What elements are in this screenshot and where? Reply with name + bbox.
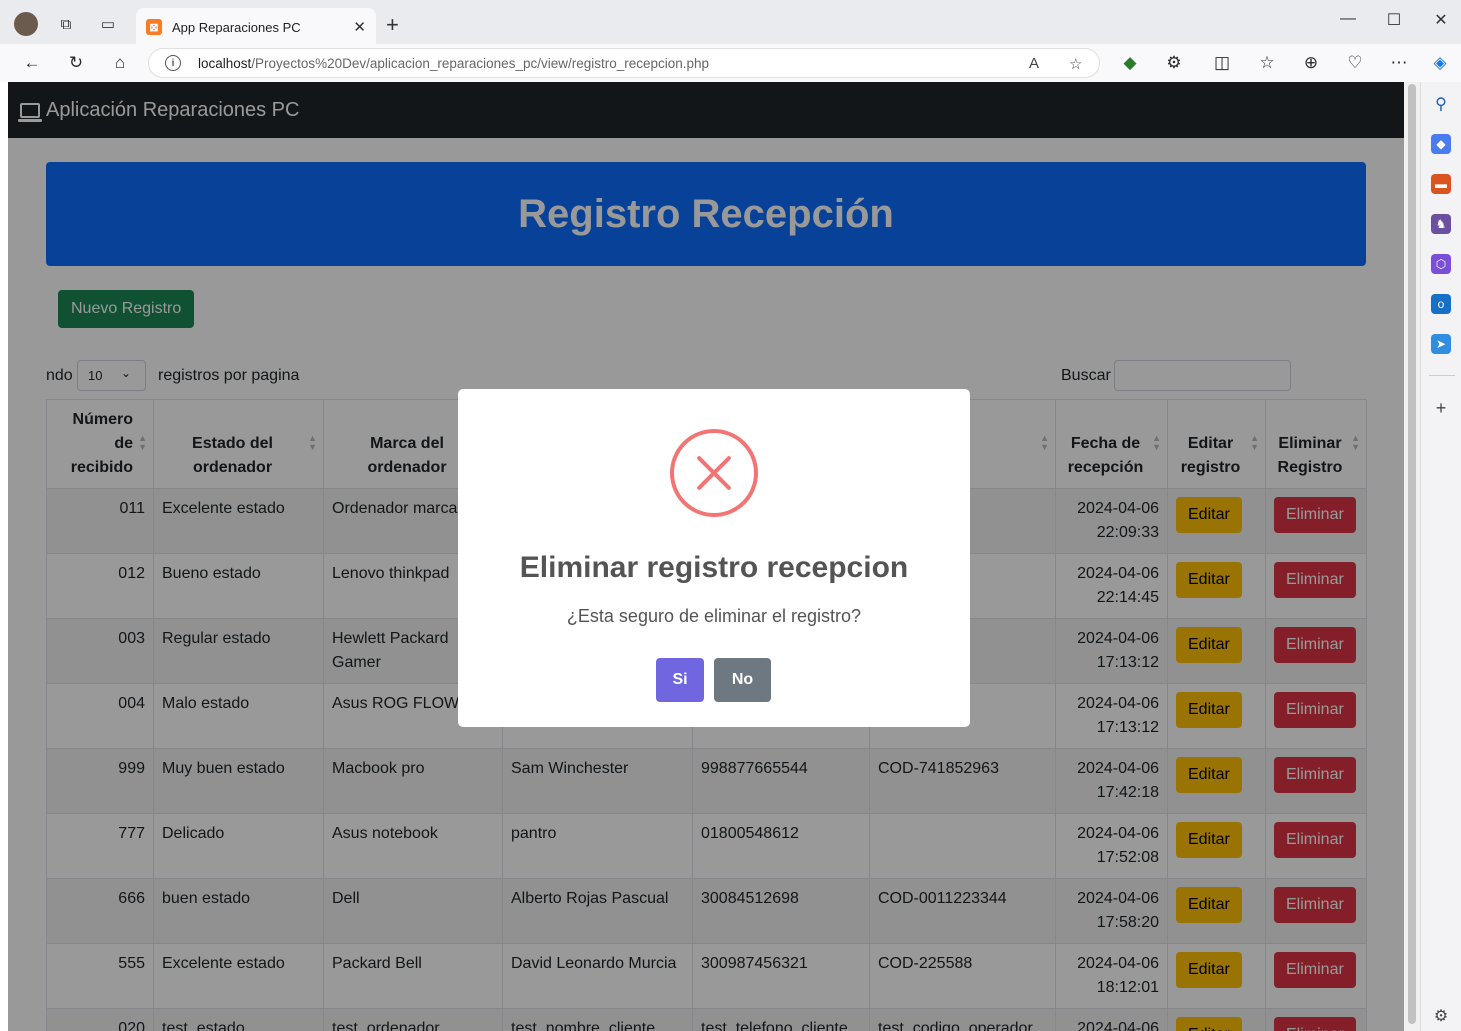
read-aloud-icon[interactable]: A bbox=[1029, 55, 1039, 72]
tools-icon[interactable]: ▬ bbox=[1431, 174, 1451, 194]
send-icon[interactable]: ➤ bbox=[1431, 334, 1451, 354]
outlook-icon[interactable]: o bbox=[1431, 294, 1451, 314]
reload-icon[interactable]: ↻ bbox=[64, 52, 88, 74]
address-bar[interactable]: i localhost/Proyectos%20Dev/aplicacion_r… bbox=[148, 48, 1100, 78]
cancel-no-button[interactable]: No bbox=[714, 658, 771, 702]
url-path: /Proyectos%20Dev/aplicacion_reparaciones… bbox=[251, 55, 710, 71]
games-icon[interactable]: ♞ bbox=[1431, 214, 1451, 234]
maximize-icon[interactable]: ☐ bbox=[1384, 10, 1404, 30]
browser-titlebar: ⧉ ▭ ⊠ App Reparaciones PC ✕ + — ☐ ✕ bbox=[0, 0, 1461, 46]
more-options-icon[interactable]: ⋯ bbox=[1387, 52, 1411, 74]
confirm-yes-button[interactable]: Si bbox=[656, 658, 704, 702]
dialog-title: Eliminar registro recepcion bbox=[519, 551, 909, 584]
home-icon[interactable]: ⌂ bbox=[108, 52, 132, 74]
browser-navbar: ← ↻ ⌂ i localhost/Proyectos%20Dev/aplica… bbox=[0, 44, 1461, 82]
microsoft-365-icon[interactable]: ⬡ bbox=[1431, 254, 1451, 274]
minimize-icon[interactable]: — bbox=[1338, 10, 1358, 28]
shopping-icon[interactable]: ◆ bbox=[1431, 134, 1451, 154]
tab-close-icon[interactable]: ✕ bbox=[353, 18, 366, 36]
page-scrollbar[interactable] bbox=[1404, 82, 1420, 1031]
url-host: localhost bbox=[198, 55, 252, 71]
new-tab-icon[interactable]: + bbox=[386, 14, 399, 36]
back-icon[interactable]: ← bbox=[20, 52, 44, 74]
copilot-icon[interactable]: ◈ bbox=[1428, 52, 1452, 74]
tab-title: App Reparaciones PC bbox=[172, 19, 301, 35]
add-icon[interactable]: + bbox=[1431, 398, 1451, 418]
collections-icon[interactable]: ⊕ bbox=[1299, 52, 1323, 74]
workspaces-icon[interactable]: ⧉ bbox=[52, 10, 80, 38]
browser-sidebar: ⚲ ◆ ▬ ♞ ⬡ o ➤ + ⚙ bbox=[1420, 82, 1461, 1031]
profile-avatar-icon[interactable] bbox=[12, 10, 40, 38]
window-close-icon[interactable]: ✕ bbox=[1431, 10, 1451, 30]
search-icon[interactable]: ⚲ bbox=[1431, 94, 1451, 114]
site-info-icon[interactable]: i bbox=[165, 55, 181, 71]
extension-icon[interactable]: ◆ bbox=[1118, 52, 1142, 74]
error-x-icon bbox=[670, 429, 758, 517]
favorites-icon[interactable]: ☆ bbox=[1255, 52, 1279, 74]
extensions-puzzle-icon[interactable]: ⚙ bbox=[1162, 52, 1186, 74]
settings-gear-icon[interactable]: ⚙ bbox=[1431, 1006, 1451, 1026]
favorite-star-icon[interactable]: ☆ bbox=[1069, 55, 1082, 73]
tab-actions-icon[interactable]: ▭ bbox=[94, 10, 122, 38]
split-screen-icon[interactable]: ◫ bbox=[1210, 52, 1234, 74]
dialog-message: ¿Esta seguro de eliminar el registro? bbox=[566, 606, 862, 626]
browser-tab-active[interactable]: ⊠ App Reparaciones PC ✕ bbox=[136, 8, 376, 46]
confirm-delete-dialog: Eliminar registro recepcion ¿Esta seguro… bbox=[458, 389, 970, 727]
browser-essentials-icon[interactable]: ♡ bbox=[1343, 52, 1367, 74]
xampp-favicon-icon: ⊠ bbox=[146, 19, 162, 35]
scrollbar-thumb[interactable] bbox=[1408, 84, 1416, 1024]
sidebar-divider bbox=[1429, 375, 1455, 376]
